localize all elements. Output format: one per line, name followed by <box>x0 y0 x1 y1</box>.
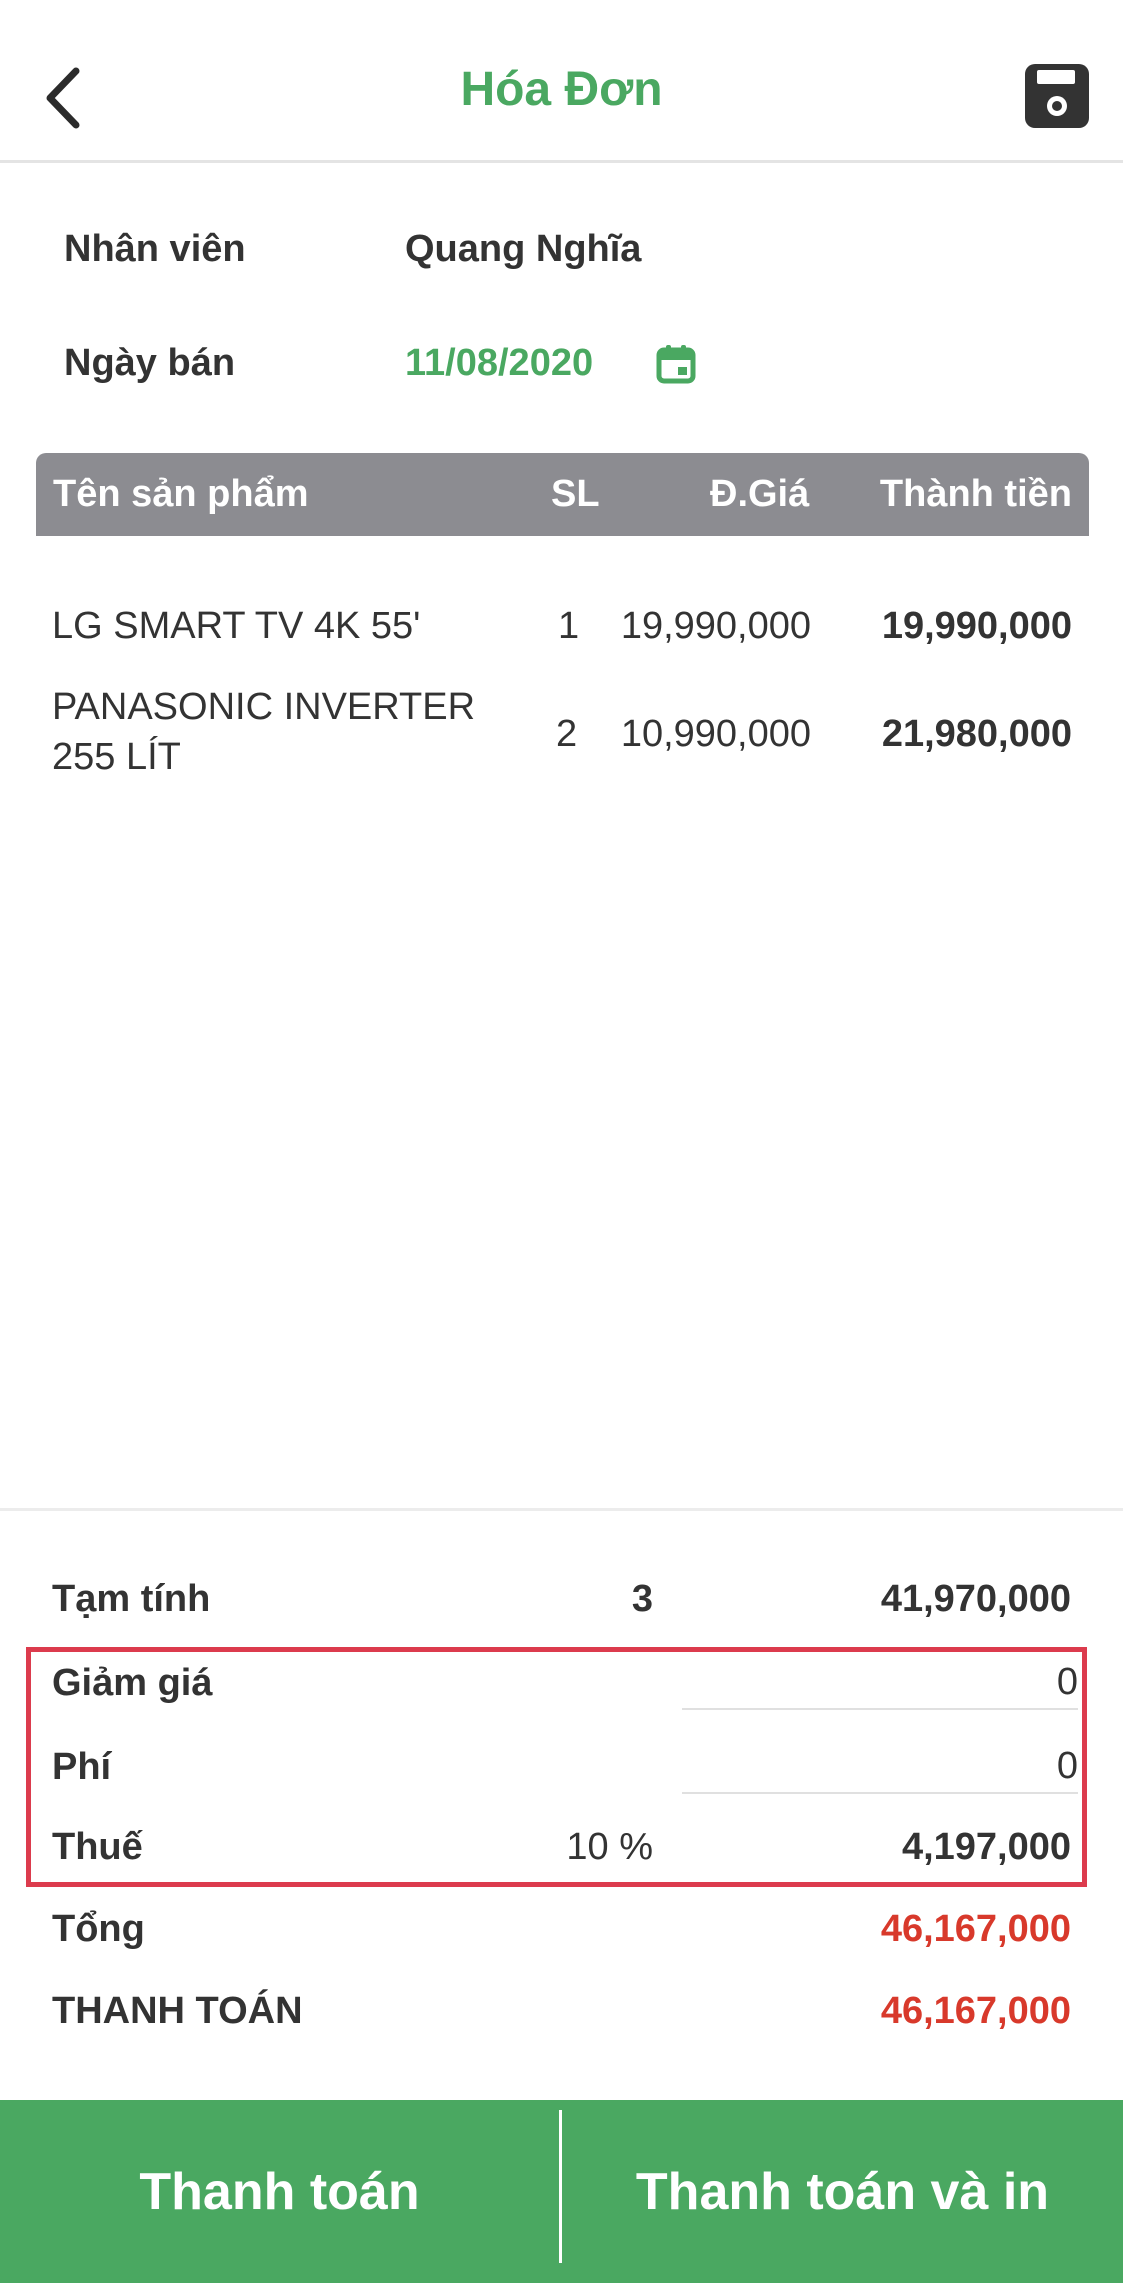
payment-label: THANH TOÁN <box>52 1990 303 2032</box>
product-name: LG SMART TV 4K 55' <box>52 605 421 647</box>
product-total: 21,980,000 <box>881 713 1072 755</box>
divider <box>0 1508 1123 1511</box>
pay-button[interactable]: Thanh toán <box>0 2100 559 2283</box>
product-price: 19,990,000 <box>620 605 811 647</box>
payment-value: 46,167,000 <box>880 1990 1071 2032</box>
date-label: Ngày bán <box>64 342 236 384</box>
product-name-line2: 255 LÍT <box>52 736 181 778</box>
table-header: Tên sản phẩm SL Đ.Giá Thành tiền <box>36 453 1089 536</box>
date-value[interactable]: 11/08/2020 <box>405 342 593 385</box>
total-value: 46,167,000 <box>880 1908 1071 1950</box>
staff-value: Quang Nghĩa <box>405 228 642 270</box>
calendar-icon[interactable] <box>656 344 696 384</box>
product-price: 10,990,000 <box>620 713 811 755</box>
subtotal-value: 41,970,000 <box>880 1578 1071 1620</box>
col-name-header: Tên sản phẩm <box>53 473 309 515</box>
product-qty: 2 <box>556 713 578 755</box>
subtotal-label: Tạm tính <box>52 1578 211 1620</box>
product-qty: 1 <box>558 605 580 647</box>
floppy-disk-icon[interactable] <box>1023 62 1091 130</box>
page-title: Hóa Đơn <box>460 63 663 116</box>
action-bar: Thanh toán Thanh toán và in <box>0 2100 1123 2283</box>
highlight-box <box>26 1647 1087 1887</box>
col-qty-header: SL <box>551 473 600 515</box>
table-row[interactable]: PANASONIC INVERTER 255 LÍT 2 10,990,000 … <box>36 680 1089 790</box>
pay-and-print-button[interactable]: Thanh toán và in <box>562 2100 1123 2283</box>
subtotal-qty: 3 <box>631 1578 653 1620</box>
staff-label: Nhân viên <box>64 228 246 270</box>
col-total-header: Thành tiền <box>879 473 1072 515</box>
col-price-header: Đ.Giá <box>710 473 810 515</box>
table-row[interactable]: LG SMART TV 4K 55' 1 19,990,000 19,990,0… <box>36 590 1089 670</box>
product-name: PANASONIC INVERTER <box>52 686 476 728</box>
product-total: 19,990,000 <box>881 605 1072 647</box>
total-label: Tổng <box>52 1908 145 1950</box>
